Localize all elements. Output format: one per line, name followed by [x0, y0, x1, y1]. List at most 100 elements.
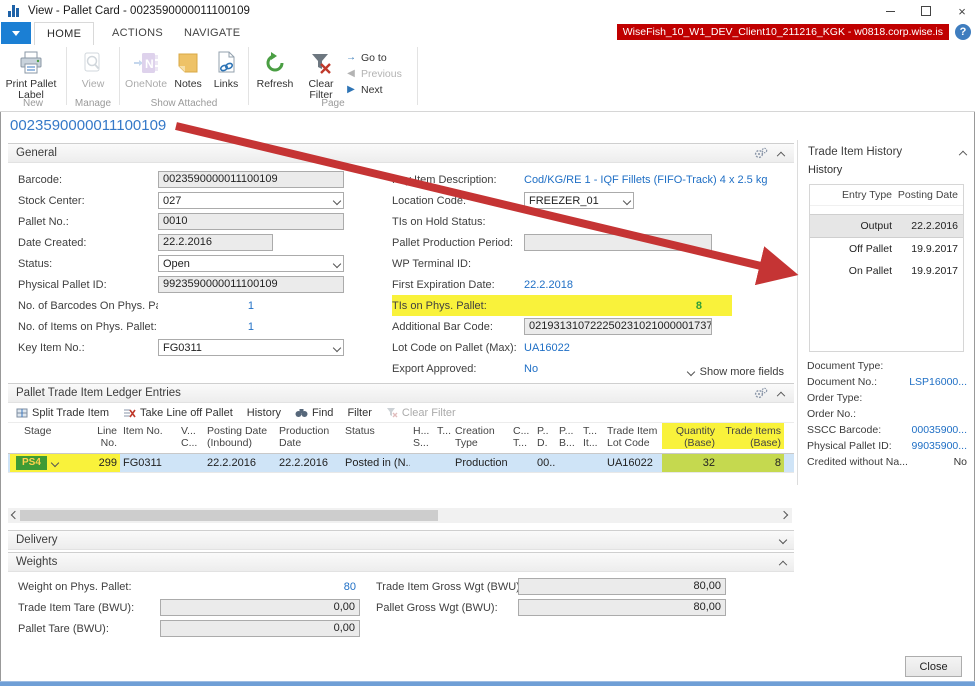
customize-gear-icon[interactable] [753, 147, 768, 160]
history-row[interactable]: On Pallet 19.9.2017 [810, 260, 963, 282]
weights-section-header[interactable]: Weights [8, 552, 794, 572]
print-pallet-label-button[interactable]: Print Pallet Label [4, 48, 58, 101]
show-more-fields-link[interactable]: Show more fields [688, 366, 784, 378]
notes-button[interactable]: Notes [170, 48, 206, 90]
clear-filter-button[interactable]: Clear Filter [299, 48, 343, 101]
column-header-stage[interactable]: Stage [10, 423, 82, 437]
detail-label: Physical Pallet ID: [807, 440, 912, 452]
scroll-left-icon[interactable] [11, 511, 19, 519]
column-header-pd[interactable]: P..D. [534, 423, 556, 449]
stock-center-select[interactable]: 027 [158, 192, 344, 209]
pallet-tare-field[interactable]: 0,00 [160, 620, 360, 637]
scroll-right-icon[interactable] [780, 511, 788, 519]
export-approved-link[interactable]: No [524, 363, 538, 375]
date-created-field[interactable]: 22.2.2016 [158, 234, 273, 251]
tis-on-phys-pallet-value[interactable]: 8 [524, 300, 702, 312]
pallet-production-period-field[interactable] [524, 234, 712, 251]
column-header-hs[interactable]: H...S... [410, 423, 434, 449]
toolbar-label: Take Line off Pallet [140, 407, 233, 419]
chevron-down-icon [686, 368, 694, 376]
select-value: FREEZER_01 [529, 195, 599, 207]
key-item-no-select[interactable]: FG0311 [158, 339, 344, 356]
go-to-button[interactable]: → Go to [345, 50, 402, 65]
column-header-lot-code[interactable]: Trade ItemLot Code [604, 423, 662, 449]
entry-type-column-header[interactable]: Entry Type [810, 189, 896, 201]
section-title: Delivery [16, 534, 58, 546]
column-header-t[interactable]: T... [434, 423, 452, 437]
barcodes-count-link[interactable]: 1 [158, 300, 254, 312]
posting-date-column-header[interactable]: Posting Date [896, 189, 963, 201]
tab-navigate[interactable]: NAVIGATE [172, 22, 252, 44]
customize-gear-icon[interactable] [753, 387, 768, 400]
history-button[interactable]: History [247, 407, 281, 419]
collapse-section-icon[interactable] [777, 392, 785, 400]
expand-section-icon[interactable] [779, 536, 787, 544]
physical-pallet-id-link[interactable]: 99035900... [912, 440, 967, 452]
column-header-status[interactable]: Status [342, 423, 410, 437]
refresh-button[interactable]: Refresh [253, 48, 297, 90]
document-no-link[interactable]: LSP16000... [909, 376, 967, 388]
field-label: No. of Items on Phys. Pallet: [18, 321, 158, 333]
tab-actions[interactable]: ACTIONS [100, 22, 175, 44]
close-window-button[interactable]: × [955, 4, 969, 18]
maximize-button[interactable] [919, 4, 933, 18]
field-label: Pallet Gross Wgt (BWU): [376, 602, 518, 614]
pallet-gross-wgt-field[interactable]: 80,00 [518, 599, 726, 616]
minimize-button[interactable] [883, 4, 897, 18]
select-value: FG0311 [163, 342, 202, 354]
button-label: Notes [174, 79, 201, 90]
pallet-no-field[interactable]: 0010 [158, 213, 344, 230]
filter-button[interactable]: Filter [347, 407, 371, 419]
take-line-off-pallet-button[interactable]: Take Line off Pallet [123, 407, 233, 419]
column-header-pb[interactable]: P...B... [556, 423, 580, 449]
physical-pallet-id-field[interactable]: 9923590000011100109 [158, 276, 344, 293]
links-button[interactable]: Links [208, 48, 244, 90]
svg-text:N: N [145, 57, 154, 71]
column-header-trade-items-base[interactable]: Trade Items(Base) [718, 423, 784, 449]
history-subtitle: History [798, 158, 974, 176]
column-header-line-no[interactable]: LineNo. [82, 423, 120, 449]
barcode-field[interactable]: 0023590000011100109 [158, 171, 344, 188]
scrollbar-thumb[interactable] [20, 510, 438, 521]
column-header-ct[interactable]: C...T... [510, 423, 534, 449]
stage-cell-dropdown[interactable]: PS4 [10, 454, 82, 472]
sscc-barcode-link[interactable]: 00035900... [912, 424, 967, 436]
find-button[interactable]: Find [295, 407, 333, 419]
trade-item-tare-field[interactable]: 0,00 [160, 599, 360, 616]
tab-home[interactable]: HOME [34, 22, 94, 47]
next-button[interactable]: ▶ Next [345, 82, 402, 97]
general-section-header[interactable]: General [8, 143, 794, 163]
column-header-quantity-base[interactable]: Quantity(Base) [662, 423, 718, 449]
items-count-link[interactable]: 1 [158, 321, 254, 333]
column-header-posting-date[interactable]: Posting Date(Inbound) [204, 423, 276, 449]
column-header-vc[interactable]: V...C... [178, 423, 204, 449]
delivery-section-header[interactable]: Delivery [8, 530, 794, 550]
clear-filter-toolbar-button: Clear Filter [386, 407, 456, 419]
column-header-item-no[interactable]: Item No. [120, 423, 178, 437]
help-icon[interactable]: ? [955, 24, 971, 40]
field-label: Trade Item Tare (BWU): [18, 602, 160, 614]
column-header-tit[interactable]: T...It... [580, 423, 604, 449]
history-row[interactable]: Off Pallet 19.9.2017 [810, 238, 963, 260]
additional-bar-code-field[interactable]: 021931310722250231021000001737010 [524, 318, 712, 335]
collapse-section-icon[interactable] [779, 561, 787, 569]
horizontal-scrollbar[interactable] [8, 508, 792, 523]
column-header-production-date[interactable]: ProductionDate [276, 423, 342, 449]
close-button[interactable]: Close [905, 656, 962, 677]
status-select[interactable]: Open [158, 255, 344, 272]
view-icon [80, 48, 106, 78]
history-row[interactable]: Output 22.2.2016 [810, 214, 963, 238]
weight-on-phys-pallet-link[interactable]: 80 [160, 581, 356, 593]
split-trade-item-button[interactable]: Split Trade Item [16, 407, 109, 419]
lot-code-on-pallet-link[interactable]: UA16022 [524, 342, 570, 354]
ledger-section-header[interactable]: Pallet Trade Item Ledger Entries [8, 383, 794, 403]
column-header-creation-type[interactable]: CreationType [452, 423, 510, 449]
ledger-row[interactable]: PS4 299 FG0311 22.2.2016 22.2.2016 Poste… [8, 454, 794, 473]
trade-item-gross-wgt-field[interactable]: 80,00 [518, 578, 726, 595]
location-code-select[interactable]: FREEZER_01 [524, 192, 634, 209]
refresh-icon [262, 48, 288, 78]
key-item-description-link[interactable]: Cod/KG/RE 1 - IQF Fillets (FIFO-Track) 4… [524, 174, 767, 186]
first-expiration-date-link[interactable]: 22.2.2018 [524, 279, 573, 291]
app-menu-button[interactable] [1, 22, 31, 44]
collapse-section-icon[interactable] [777, 152, 785, 160]
